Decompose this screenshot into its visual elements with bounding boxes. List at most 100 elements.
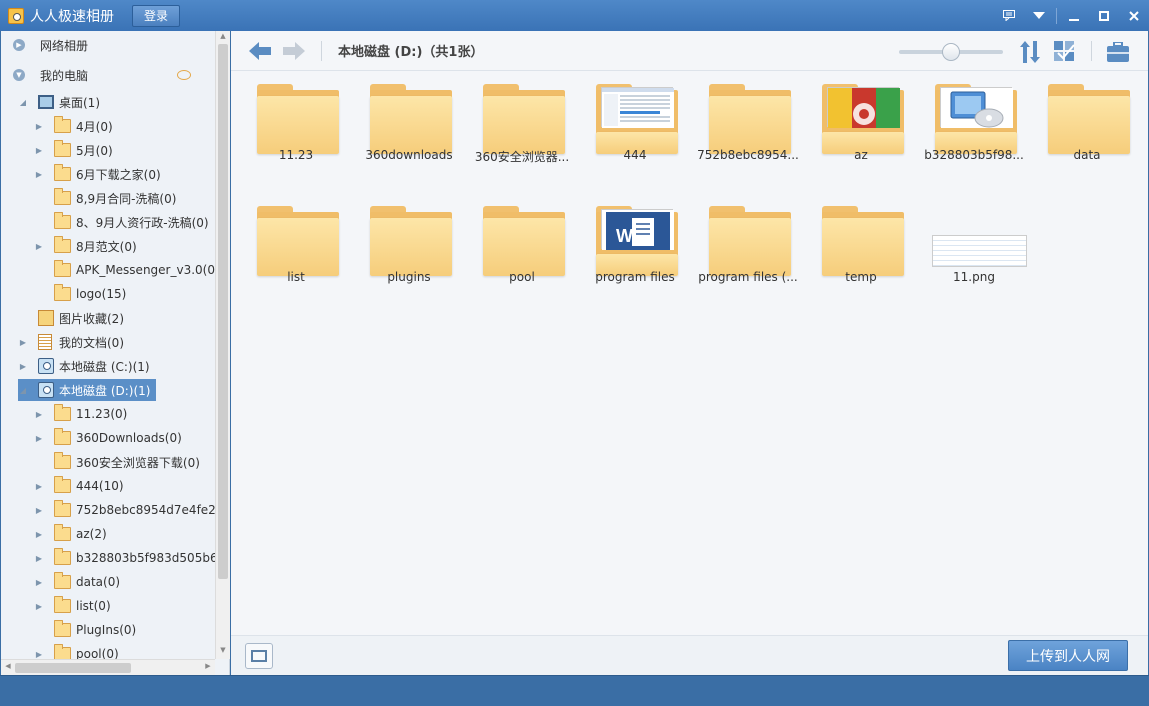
folder-icon (54, 236, 71, 253)
folder-item[interactable]: pool (462, 194, 572, 302)
folder-item[interactable]: 360安全浏览器... (462, 72, 572, 180)
sidebar-item-online-album[interactable]: ▶ 网络相册 (13, 34, 88, 56)
expand-right-icon[interactable]: ▶ (13, 39, 25, 51)
folder-item[interactable]: b328803b5f98... (914, 72, 1024, 180)
tree-item[interactable]: ▶ 4月(0) (34, 115, 113, 137)
tree-item[interactable]: ▶ 752b8ebc8954d7e4fe25 (34, 499, 215, 521)
folder-item[interactable]: 360downloads (349, 72, 459, 180)
tree-item[interactable]: ▶ APK_Messenger_v3.0(0) (34, 259, 215, 281)
expand-arrow-icon[interactable]: ▶ (34, 602, 44, 611)
folder-icon (254, 206, 339, 280)
select-all-icon[interactable] (1053, 40, 1077, 64)
expand-arrow-icon[interactable]: ▶ (34, 482, 44, 491)
tree-item[interactable]: ▶ 图片收藏(2) (18, 307, 124, 329)
folder-item[interactable]: 444 (575, 72, 685, 180)
view-toggle-button[interactable] (245, 643, 273, 669)
minimize-icon[interactable] (1059, 0, 1089, 31)
upload-to-renren-button[interactable]: 上传到人人网 (1008, 640, 1128, 671)
expand-arrow-icon[interactable]: ▶ (34, 554, 44, 563)
tree-item[interactable]: ▶ 11.23(0) (34, 403, 127, 425)
sidebar-vertical-scrollbar[interactable]: ▲ ▼ (215, 31, 230, 659)
expand-arrow-icon[interactable]: ▶ (34, 170, 44, 179)
scroll-up-icon[interactable]: ▲ (216, 32, 230, 44)
folder-icon (593, 84, 678, 158)
tree-item[interactable]: ▶ 8月范文(0) (34, 235, 137, 257)
folder-item[interactable]: 11.23 (236, 72, 346, 180)
image-item[interactable]: 11.png (914, 194, 1027, 302)
tree-item[interactable]: ▶ az(2) (34, 523, 107, 545)
scroll-down-icon[interactable]: ▼ (216, 646, 230, 658)
tree-item[interactable]: ◢ 桌面(1) (18, 91, 100, 113)
folder-icon (932, 84, 1017, 158)
tree-item[interactable]: ▶ data(0) (34, 571, 120, 593)
sidebar-item-label: 我的电脑 (40, 68, 89, 83)
folder-item[interactable]: list (236, 194, 346, 302)
scrollbar-thumb[interactable] (15, 663, 131, 673)
expand-arrow-icon: ▶ (34, 458, 44, 467)
expand-arrow-icon[interactable]: ▶ (34, 242, 44, 251)
item-label: 752b8ebc8954... (697, 148, 799, 162)
breadcrumb: 本地磁盘 (D:)（共1张） (338, 45, 484, 60)
expand-arrow-icon[interactable]: ▶ (18, 338, 28, 347)
collapse-arrow-icon[interactable]: ◢ (18, 98, 28, 107)
expand-arrow-icon[interactable]: ▶ (34, 410, 44, 419)
tree-item[interactable]: ▶ logo(15) (34, 283, 126, 305)
expand-arrow-icon[interactable]: ▶ (34, 146, 44, 155)
tree-item[interactable]: ▶ list(0) (34, 595, 111, 617)
expand-arrow-icon: ▶ (34, 290, 44, 299)
expand-arrow-icon[interactable]: ▶ (34, 650, 44, 659)
image-preview (932, 235, 1027, 267)
tree-item[interactable]: ▶ 444(10) (34, 475, 124, 497)
folder-item[interactable]: plugins (349, 194, 459, 302)
tree-item[interactable]: ▶ 360Downloads(0) (34, 427, 182, 449)
scroll-right-icon[interactable]: ▶ (202, 662, 214, 670)
sidebar-item-my-computer[interactable]: ▼ 我的电脑 (13, 64, 213, 86)
tree-item[interactable]: ▶ 本地磁盘 (C:)(1) (18, 355, 150, 377)
expand-arrow-icon[interactable]: ▶ (18, 362, 28, 371)
tree-item-label: list(0) (76, 599, 111, 613)
item-label: list (287, 270, 305, 284)
close-icon[interactable] (1119, 0, 1149, 31)
tree-item[interactable]: ▶ 8,9月合同-洗稿(0) (34, 187, 176, 209)
tree-item[interactable]: ▶ 6月下载之家(0) (34, 163, 161, 185)
tree-item[interactable]: ◢ 本地磁盘 (D:)(1) (18, 379, 157, 401)
tree-item[interactable]: ▶ 8、9月人资行政-洗稿(0) (34, 211, 209, 233)
toolbox-icon[interactable] (1106, 40, 1130, 64)
menu-dropdown-icon[interactable] (1024, 0, 1054, 31)
tree-item[interactable]: ▶ b328803b5f983d505b6 (34, 547, 215, 569)
maximize-icon[interactable] (1089, 0, 1119, 31)
folder-item[interactable]: data (1027, 72, 1137, 180)
zoom-slider-handle[interactable] (942, 43, 960, 61)
folder-tree: ▶ 网络相册 ▼ 我的电脑 ◢ 桌面(1) ▶ 4月(0) ▶ 5月(0) ▶ 6月下载之家(… (1, 31, 215, 659)
folder-item[interactable]: program files (... (688, 194, 798, 302)
back-arrow-icon[interactable] (247, 38, 273, 64)
folder-item[interactable]: temp (801, 194, 911, 302)
scroll-left-icon[interactable]: ◀ (2, 662, 14, 670)
message-icon[interactable] (994, 0, 1024, 31)
tree-item-label: az(2) (76, 527, 107, 541)
tree-item[interactable]: ▶ PlugIns(0) (34, 619, 136, 641)
expand-arrow-icon[interactable]: ▶ (34, 530, 44, 539)
tree-item[interactable]: ▶ 5月(0) (34, 139, 113, 161)
scrollbar-thumb[interactable] (218, 44, 228, 579)
folder-icon (54, 116, 71, 133)
expand-arrow-icon[interactable]: ▶ (34, 434, 44, 443)
tree-item[interactable]: ▶ 我的文档(0) (18, 331, 124, 353)
tree-item[interactable]: ▶ 360安全浏览器下载(0) (34, 451, 200, 473)
tree-item-label: PlugIns(0) (76, 623, 137, 637)
eye-icon[interactable] (177, 70, 191, 80)
zoom-slider[interactable] (899, 43, 1003, 61)
forward-arrow-icon[interactable] (281, 38, 307, 64)
folder-item[interactable]: Wprogram files (575, 194, 685, 302)
tree-item[interactable]: ▶ pool(0) (34, 643, 119, 659)
sort-icon[interactable] (1018, 40, 1042, 64)
collapse-arrow-icon[interactable]: ◢ (18, 386, 28, 395)
folder-item[interactable]: 752b8ebc8954... (688, 72, 799, 180)
login-button[interactable]: 登录 (132, 4, 180, 27)
expand-arrow-icon[interactable]: ▶ (34, 122, 44, 131)
expand-arrow-icon[interactable]: ▶ (34, 506, 44, 515)
expand-down-icon[interactable]: ▼ (13, 69, 25, 81)
expand-arrow-icon[interactable]: ▶ (34, 578, 44, 587)
sidebar-horizontal-scrollbar[interactable]: ◀ ▶ (1, 659, 215, 675)
folder-item[interactable]: az (801, 72, 911, 180)
